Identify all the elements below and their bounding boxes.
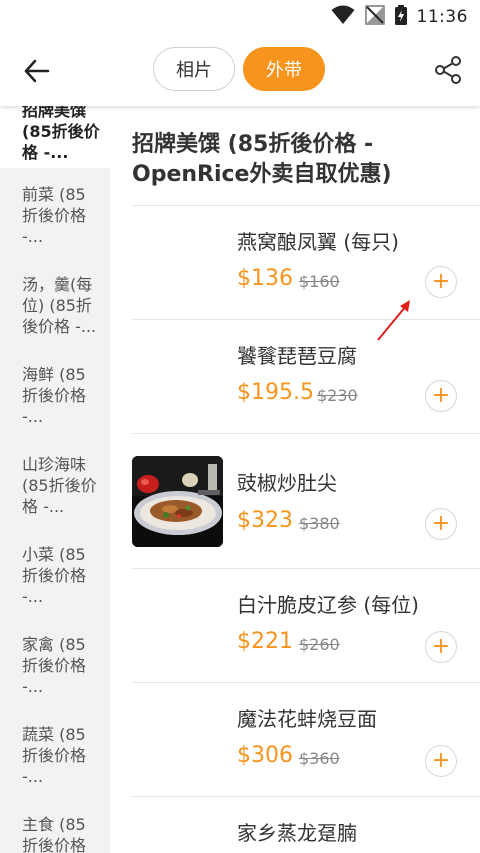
dish-name: 燕窝酿凤翼 (每只) <box>237 230 399 254</box>
wifi-icon <box>331 5 355 29</box>
sidebar-item-poultry[interactable]: 家禽 (85折後价格 -... <box>0 618 110 708</box>
sidebar-item-soup[interactable]: 汤，羹(每位) (85折後价格 -... <box>0 258 110 348</box>
dish-item[interactable]: 魔法花蚌烧豆面 $306 $360 + <box>132 683 480 797</box>
dish-original-price: $260 <box>299 635 340 654</box>
back-button[interactable] <box>22 56 52 86</box>
plus-icon: + <box>431 634 451 659</box>
add-to-cart-button[interactable]: + <box>425 266 457 298</box>
dish-name: 魔法花蚌烧豆面 <box>237 707 377 731</box>
dish-name: 家乡蒸龙趸腩 <box>237 821 357 845</box>
plus-icon: + <box>431 748 451 773</box>
status-time: 11:36 <box>416 7 468 27</box>
category-sidebar: 招牌美馔 (85折後价格 -... 前菜 (85折後价格 -... 汤，羹(每位… <box>0 106 110 853</box>
dish-original-price: $380 <box>299 514 340 533</box>
sidebar-item-appetizer[interactable]: 前菜 (85折後价格 -... <box>0 168 110 258</box>
dish-item[interactable]: 燕窝酿凤翼 (每只) $136 $160 + <box>132 206 480 320</box>
plus-icon: + <box>431 383 451 408</box>
sidebar-item-vegetables[interactable]: 蔬菜 (85折後价格 -... <box>0 708 110 798</box>
add-to-cart-button[interactable]: + <box>425 631 457 663</box>
status-icons: 11:36 <box>331 5 469 29</box>
add-to-cart-button[interactable]: + <box>425 508 457 540</box>
dish-item[interactable]: 豉椒炒肚尖 $323 $380 + <box>132 434 480 569</box>
dish-price: $323 <box>237 508 293 533</box>
plus-icon: + <box>431 269 451 294</box>
dish-original-price: $160 <box>299 272 340 291</box>
dish-item[interactable]: 饕餮琵琶豆腐 $195.5 $230 + <box>132 320 480 434</box>
sidebar-item-small-dishes[interactable]: 小菜 (85折後价格 -... <box>0 528 110 618</box>
sidebar-item-staples[interactable]: 主食 (85折後价格 <box>0 798 110 853</box>
no-signal-icon <box>364 5 385 29</box>
dish-photo[interactable] <box>132 456 223 547</box>
arrow-left-icon <box>24 59 50 83</box>
status-bar: 11:36 <box>0 0 480 34</box>
dish-item[interactable]: 白汁脆皮辽参 (每位) $221 $260 + <box>132 569 480 683</box>
dish-original-price: $230 <box>317 386 358 405</box>
dish-item[interactable]: 家乡蒸龙趸腩 <box>132 797 480 853</box>
dish-price: $136 <box>237 266 293 291</box>
annotation-arrow-icon <box>377 300 410 341</box>
top-app-bar: 相片 外带 <box>0 34 480 106</box>
add-to-cart-button[interactable]: + <box>425 745 457 777</box>
battery-charging-icon <box>394 5 407 29</box>
dish-original-price: $360 <box>299 749 340 768</box>
sidebar-item-delicacies[interactable]: 山珍海味(85折後价格 -... <box>0 438 110 528</box>
add-to-cart-button[interactable]: + <box>425 380 457 412</box>
menu-list: 招牌美馔 (85折後价格 - OpenRice外卖自取优惠) 燕窝酿凤翼 (每只… <box>110 106 480 853</box>
section-title: 招牌美馔 (85折後价格 - OpenRice外卖自取优惠) <box>132 132 392 187</box>
sidebar-item-signature[interactable]: 招牌美馔 (85折後价格 -... <box>0 106 110 168</box>
tab-group: 相片 外带 <box>153 47 325 91</box>
tab-photos[interactable]: 相片 <box>153 47 235 91</box>
plus-icon: + <box>431 511 451 536</box>
tab-takeaway[interactable]: 外带 <box>243 47 325 91</box>
dish-price: $221 <box>237 629 293 654</box>
dish-price: $306 <box>237 743 293 768</box>
share-button[interactable] <box>432 54 464 86</box>
dish-price: $195.5 <box>237 380 314 405</box>
sidebar-item-seafood[interactable]: 海鲜 (85折後价格 -... <box>0 348 110 438</box>
dish-name: 白汁脆皮辽参 (每位) <box>237 593 419 617</box>
dish-name: 豉椒炒肚尖 <box>237 471 337 495</box>
dish-name: 饕餮琵琶豆腐 <box>237 344 357 368</box>
share-icon <box>435 56 461 84</box>
